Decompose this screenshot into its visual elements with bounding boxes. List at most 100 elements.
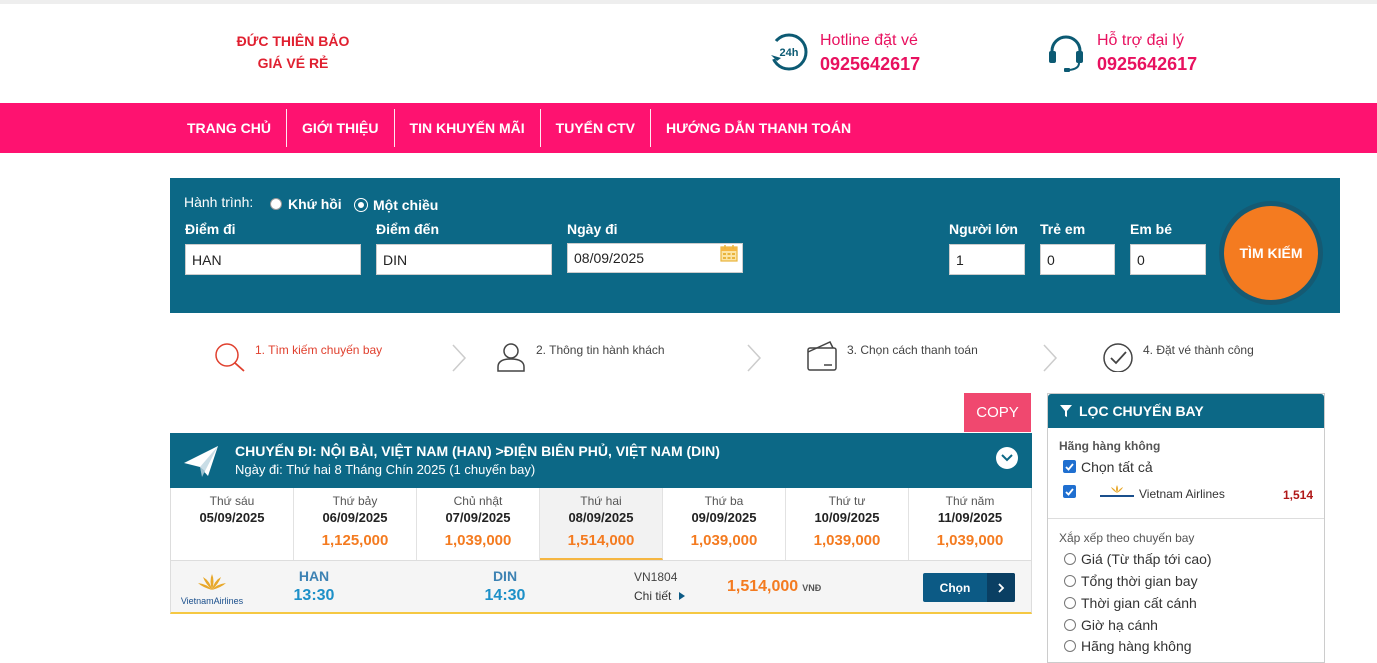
flight-number: VN1804	[634, 570, 678, 584]
divider	[1048, 518, 1324, 519]
date-tab[interactable]: Chủ nhật 07/09/2025 1,039,000	[417, 488, 540, 560]
date-tab[interactable]: Thứ sáu 05/09/2025	[171, 488, 294, 560]
child-input[interactable]	[1040, 244, 1115, 275]
date-tab-active[interactable]: Thứ hai 08/09/2025 1,514,000	[540, 488, 663, 560]
arrival-time: 14:30	[484, 587, 526, 604]
flight-price-value: 1,514,000	[727, 578, 799, 595]
select-all-checkbox[interactable]	[1063, 460, 1076, 473]
step-passenger: 2. Thông tin hành khách	[494, 338, 665, 372]
support-block: Hỗ trợ đại lý 0925642617	[1045, 31, 1197, 78]
sort-radio-airline[interactable]	[1064, 640, 1076, 652]
flight-details-link[interactable]: Chi tiết	[634, 589, 687, 603]
calendar-icon[interactable]	[720, 244, 738, 262]
choose-flight-button[interactable]: Chọn	[923, 573, 1015, 602]
sort-option-arrival: Giờ hạ cánh	[1081, 617, 1158, 633]
airline-logo-text: VietnamAirlines	[180, 596, 244, 606]
infant-label: Em bé	[1130, 221, 1173, 237]
chevron-right-icon	[747, 344, 762, 372]
to-label: Điểm đến	[376, 221, 440, 237]
date-tab-date: 10/09/2025	[814, 510, 880, 525]
support-phone[interactable]: 0925642617	[1097, 50, 1197, 78]
collapse-toggle[interactable]	[996, 447, 1018, 469]
copy-button[interactable]: COPY	[964, 393, 1031, 432]
filter-title: LỌC CHUYẾN BAY	[1079, 403, 1204, 419]
sort-option-departure: Thời gian cất cánh	[1081, 595, 1197, 611]
date-tab[interactable]: Thứ ba 09/09/2025 1,039,000	[663, 488, 786, 560]
from-input[interactable]	[185, 244, 361, 275]
lotus-icon	[198, 574, 226, 590]
flight-price: 1,514,000 VNĐ	[727, 578, 821, 596]
infant-input[interactable]	[1130, 244, 1206, 275]
date-tab-date: 08/09/2025	[568, 510, 634, 525]
nav-payment-guide[interactable]: HƯỚNG DẪN THANH TOÁN	[649, 109, 866, 147]
airline-mini-logo	[1100, 485, 1134, 497]
date-tab-price: 1,039,000	[690, 532, 758, 549]
airline-section-label: Hãng hàng không	[1059, 439, 1161, 453]
user-icon	[497, 343, 525, 372]
date-tab-date: 07/09/2025	[445, 510, 511, 525]
flight-title: CHUYẾN ĐI: NỘI BÀI, VIỆT NAM (HAN) >ĐIỆN…	[235, 443, 720, 459]
date-tab-price: 1,039,000	[936, 532, 1004, 549]
nav-recruit[interactable]: TUYỂN CTV	[539, 109, 650, 147]
date-tab-date: 11/09/2025	[937, 510, 1003, 525]
flight-details-label: Chi tiết	[634, 589, 672, 603]
date-tab-weekday: Chủ nhật	[453, 494, 503, 508]
sort-option-price: Giá (Từ thấp tới cao)	[1081, 551, 1212, 567]
airline-checkbox[interactable]	[1063, 485, 1076, 498]
sort-radio-price[interactable]	[1064, 553, 1076, 565]
hotline-phone[interactable]: 0925642617	[820, 50, 920, 78]
logo-line1: ĐỨC THIÊN BẢO	[236, 33, 350, 49]
step-passenger-label: 2. Thông tin hành khách	[536, 343, 665, 357]
date-tab-date: 05/09/2025	[199, 510, 265, 525]
airline-filter-name: Vietnam Airlines	[1139, 487, 1225, 501]
round-trip-radio[interactable]: Khứ hồi	[270, 196, 342, 212]
headset-icon	[1049, 35, 1083, 72]
round-trip-label: Khứ hồi	[288, 196, 342, 212]
step-payment: 3. Chọn cách thanh toán	[805, 338, 978, 372]
support-label: Hỗ trợ đại lý	[1097, 32, 1184, 49]
airline-logo: VietnamAirlines	[179, 573, 245, 606]
date-tab[interactable]: Thứ bảy 06/09/2025 1,125,000	[294, 488, 417, 560]
one-way-radio[interactable]: Một chiều	[355, 197, 438, 213]
flight-filter-panel: LỌC CHUYẾN BAY Hãng hàng không Chọn tất …	[1047, 393, 1325, 663]
paper-plane-icon	[184, 446, 218, 477]
date-tab-weekday: Thứ hai	[580, 494, 622, 508]
step-search-label: 1. Tìm kiếm chuyến bay	[255, 343, 383, 357]
chevron-right-icon	[987, 573, 1015, 602]
date-tab[interactable]: Thứ năm 11/09/2025 1,039,000	[909, 488, 1031, 560]
departure-code: HAN	[298, 568, 330, 584]
adult-label: Người lớn	[949, 221, 1018, 237]
chevron-down-icon	[1001, 454, 1013, 462]
nav-about[interactable]: GIỚI THIỆU	[286, 109, 394, 147]
arrival-code: DIN	[492, 568, 518, 584]
step-payment-label: 3. Chọn cách thanh toán	[847, 343, 978, 357]
date-label: Ngày đi	[567, 221, 618, 237]
step-success-label: 4. Đặt vé thành công	[1143, 343, 1254, 357]
nav-promotions[interactable]: TIN KHUYẾN MÃI	[393, 109, 540, 147]
svg-text:24h: 24h	[780, 47, 799, 59]
from-label: Điểm đi	[185, 221, 236, 237]
hotline-block: 24h Hotline đặt vé 0925642617	[768, 31, 920, 78]
date-tab-price: 1,125,000	[321, 532, 389, 549]
check-circle-icon	[1103, 343, 1133, 372]
site-logo[interactable]: ĐỨC THIÊN BẢO GIÁ VÉ RẺ	[236, 30, 350, 74]
flight-price-currency: VNĐ	[802, 583, 822, 593]
main-nav: TRANG CHỦ GIỚI THIỆU TIN KHUYẾN MÃI TUYỂ…	[0, 103, 1377, 153]
search-button[interactable]: TÌM KIẾM	[1224, 206, 1318, 300]
to-input[interactable]	[376, 244, 552, 275]
adult-input[interactable]	[949, 244, 1025, 275]
date-tab-weekday: Thứ ba	[704, 494, 744, 508]
date-tab-date: 06/09/2025	[322, 510, 388, 525]
date-tabs: Thứ sáu 05/09/2025 Thứ bảy 06/09/2025 1,…	[170, 488, 1032, 560]
date-input[interactable]	[567, 243, 743, 273]
date-tab-price: 1,514,000	[567, 532, 635, 549]
date-tab[interactable]: Thứ tư 10/09/2025 1,039,000	[786, 488, 909, 560]
nav-home[interactable]: TRANG CHỦ	[172, 109, 286, 147]
airline-filter-price: 1,514	[1283, 488, 1314, 502]
sort-radio-duration[interactable]	[1064, 575, 1076, 587]
chevron-right-icon	[452, 344, 467, 372]
date-tab-weekday: Thứ năm	[945, 494, 995, 508]
sort-radio-departure[interactable]	[1064, 597, 1076, 609]
sort-radio-arrival[interactable]	[1064, 619, 1076, 631]
step-success: 4. Đặt vé thành công	[1101, 338, 1254, 372]
